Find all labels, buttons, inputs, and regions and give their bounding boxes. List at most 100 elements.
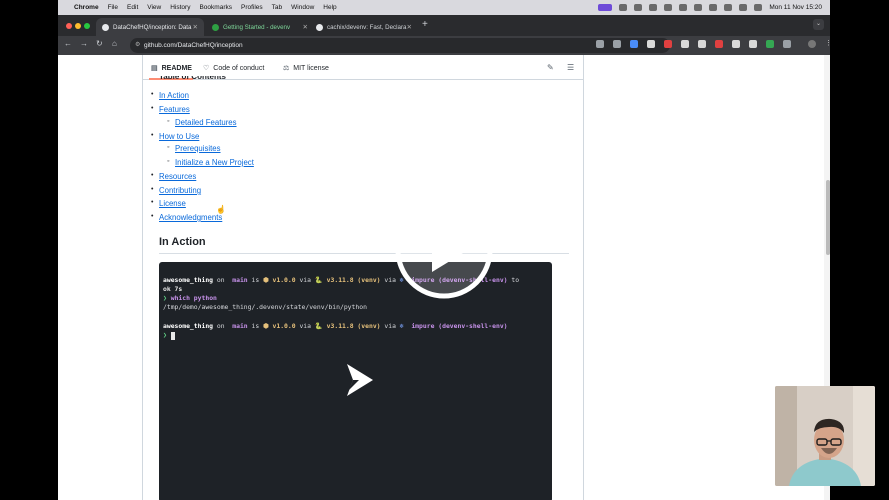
screen-recorder-icon[interactable] [598, 4, 613, 11]
status-icon[interactable] [649, 4, 658, 11]
tab-label: MIT license [293, 64, 329, 72]
tab-title: Getting Started - devenv [223, 23, 291, 31]
menu-bar-tray: Mon 11 Nov 15:20 [598, 0, 822, 15]
tab-label: README [161, 64, 192, 72]
extension-icon[interactable] [647, 40, 655, 48]
cast-icon[interactable] [596, 40, 604, 48]
wifi-icon[interactable] [709, 4, 718, 11]
site-info-icon[interactable]: ⚙ [135, 41, 140, 48]
browser-menu-icon[interactable]: ⋮ [825, 40, 830, 48]
devenv-icon [212, 23, 219, 31]
status-icon[interactable] [634, 4, 643, 11]
toc-link-license[interactable]: • License [151, 199, 186, 208]
mouse-cursor-icon: ☝ [216, 205, 226, 214]
menu-window[interactable]: Window [291, 4, 314, 11]
close-tab-icon[interactable]: ✕ [193, 23, 198, 31]
browser-tab[interactable]: cachix/devenv: Fast, Declara ✕ [310, 18, 418, 36]
url-text: github.com/DataChefHQ/inception [144, 42, 243, 49]
status-icon[interactable] [679, 4, 688, 11]
extension-icon[interactable] [732, 40, 740, 48]
menu-tab[interactable]: Tab [272, 4, 282, 11]
tab-title: cachix/devenv: Fast, Declara [327, 23, 407, 31]
toc-link-in-action[interactable]: • In Action [151, 91, 189, 100]
edit-pencil-icon[interactable]: ✎ [547, 63, 554, 72]
asciinema-play-icon[interactable] [339, 360, 379, 400]
battery-icon[interactable] [664, 4, 673, 11]
address-bar[interactable]: ⚙ github.com/DataChefHQ/inception [130, 38, 670, 53]
outline-list-icon[interactable]: ☰ [567, 63, 574, 72]
menu-bar-clock[interactable]: Mon 11 Nov 15:20 [769, 4, 822, 11]
toc-link-initialize-project[interactable]: ◦ Initialize a New Project [167, 158, 254, 167]
extension-icon[interactable] [749, 40, 757, 48]
terminal-line: awesome_thing on main is ⬢ v1.0.0 via 🐍 … [163, 322, 508, 330]
forward-icon[interactable]: → [80, 39, 88, 48]
tab-search-button[interactable]: ⌄ [813, 19, 824, 30]
menu-file[interactable]: File [108, 4, 118, 11]
macos-menu-bar: Chrome File Edit View History Bookmarks … [58, 0, 830, 15]
profile-avatar[interactable] [808, 40, 816, 48]
terminal-cursor [171, 332, 175, 340]
terminal-line: /tmp/demo/awesome_thing/.devenv/state/ve… [163, 303, 367, 311]
status-icon[interactable] [619, 4, 628, 11]
extension-icon[interactable] [698, 40, 706, 48]
tab-strip: DataChefHQ/inception: Data ✕ Getting Sta… [58, 15, 830, 36]
browser-tab[interactable]: Getting Started - devenv ✕ [206, 18, 314, 36]
extension-icon[interactable] [715, 40, 723, 48]
extensions-area: ⋮ [596, 40, 830, 48]
siri-icon[interactable] [754, 4, 763, 11]
video-play-icon[interactable] [394, 200, 494, 300]
control-center-icon[interactable] [739, 4, 748, 11]
close-tab-icon[interactable]: ✕ [303, 23, 308, 31]
new-tab-button[interactable]: + [422, 19, 428, 30]
toc-link-detailed-features[interactable]: ◦ Detailed Features [167, 118, 237, 127]
toc-link-resources[interactable]: • Resources [151, 172, 196, 181]
menu-app-name[interactable]: Chrome [74, 4, 99, 11]
tab-code-of-conduct[interactable]: ♡ Code of conduct [203, 64, 265, 73]
tab-label: Code of conduct [213, 64, 265, 72]
toc-link-how-to-use[interactable]: • How to Use [151, 132, 199, 141]
toc-link-features[interactable]: • Features [151, 105, 190, 114]
terminal-line: ❯ which python [163, 294, 217, 302]
extension-icon[interactable] [630, 40, 638, 48]
menu-profiles[interactable]: Profiles [241, 4, 263, 11]
search-icon[interactable] [724, 4, 733, 11]
tab-mit-license[interactable]: ⚖ MIT license [283, 64, 329, 73]
toc-link-acknowledgments[interactable]: • Acknowledgments [151, 213, 222, 222]
github-icon [316, 23, 323, 31]
menu-view[interactable]: View [147, 4, 161, 11]
menu-help[interactable]: Help [323, 4, 336, 11]
scale-icon: ⚖ [283, 65, 290, 72]
browser-toolbar: ← → ↻ ⌂ ⚙ github.com/DataChefHQ/inceptio… [58, 36, 830, 55]
extension-icon[interactable] [681, 40, 689, 48]
section-heading-in-action: In Action [159, 236, 206, 248]
terminal-line: ok 7s [163, 285, 183, 293]
back-icon[interactable]: ← [64, 39, 72, 48]
tab-title: DataChefHQ/inception: Data [113, 23, 192, 31]
heart-icon: ♡ [203, 65, 210, 72]
menu-history[interactable]: History [170, 4, 190, 11]
presenter-avatar [775, 386, 875, 486]
tab-readme[interactable]: ▤ README [151, 64, 192, 73]
home-icon[interactable]: ⌂ [112, 39, 117, 48]
reload-icon[interactable]: ↻ [96, 39, 103, 48]
maximize-window-button[interactable] [84, 23, 90, 29]
heading-divider [159, 253, 569, 254]
extensions-puzzle-icon[interactable] [783, 40, 791, 48]
browser-tab[interactable]: DataChefHQ/inception: Data ✕ [96, 18, 204, 36]
toc-link-contributing[interactable]: • Contributing [151, 186, 201, 195]
minimize-window-button[interactable] [75, 23, 81, 29]
book-icon: ▤ [151, 65, 158, 72]
webcam-overlay [775, 386, 875, 486]
extension-icon[interactable] [766, 40, 774, 48]
extension-icon[interactable] [664, 40, 672, 48]
terminal-prompt: ❯ [163, 331, 167, 339]
close-tab-icon[interactable]: ✕ [407, 23, 412, 31]
menu-bookmarks[interactable]: Bookmarks [199, 4, 232, 11]
toc-link-prerequisites[interactable]: ◦ Prerequisites [167, 144, 221, 153]
status-icon[interactable] [694, 4, 703, 11]
scrollbar-thumb[interactable] [826, 180, 830, 255]
bookmark-star-icon[interactable] [613, 40, 621, 48]
github-icon [102, 23, 109, 31]
menu-edit[interactable]: Edit [127, 4, 138, 11]
close-window-button[interactable] [66, 23, 72, 29]
